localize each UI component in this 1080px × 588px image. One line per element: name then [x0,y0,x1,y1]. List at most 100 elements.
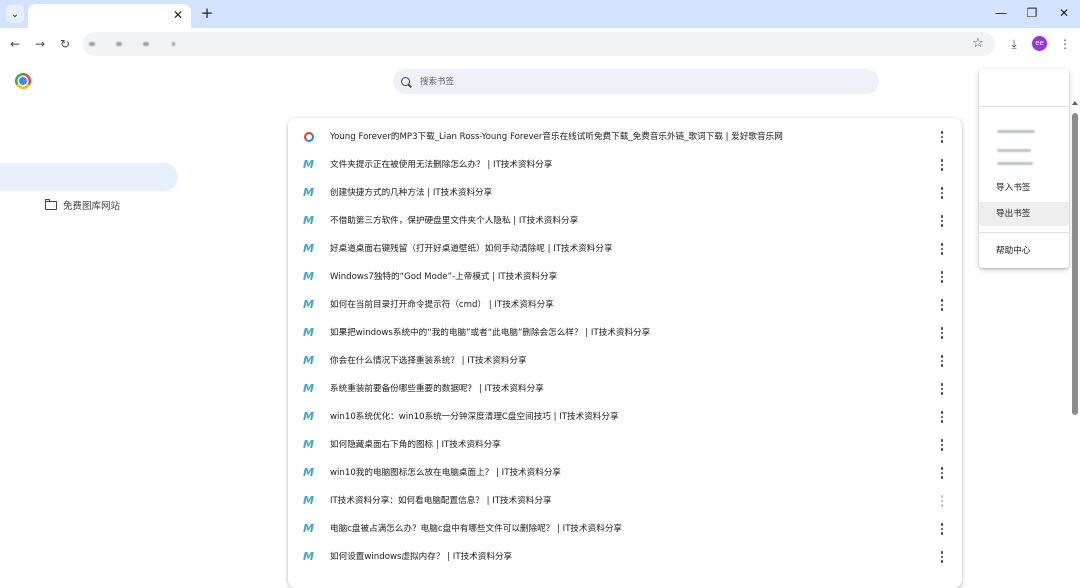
active-tab[interactable]: ✕ [28,4,191,28]
more-actions-icon[interactable] [938,410,946,424]
bookmark-title[interactable]: IT技术资料分享：如何看电脑配置信息？ | IT技术资料分享 [330,487,920,515]
more-actions-icon[interactable] [938,298,946,312]
maximize-button[interactable]: ❐ [1024,5,1040,21]
bookmark-title[interactable]: 如何在当前目录打开命令提示符（cmd） | IT技术资料分享 [330,291,920,319]
more-actions-icon[interactable] [938,382,946,396]
bookmark-row[interactable]: M 创建快捷方式的几种方法 | IT技术资料分享 [288,179,962,207]
more-actions-icon[interactable] [938,130,946,144]
it-favicon-icon: M [303,438,314,451]
back-button[interactable]: ← [7,36,23,52]
bookmark-title[interactable]: 文件夹提示正在被使用无法删除怎么办？ | IT技术资料分享 [330,151,920,179]
window-close-button[interactable]: ✕ [1056,5,1072,21]
export-bookmarks-item[interactable]: 导出书签 [979,202,1069,226]
it-favicon-icon: M [303,270,314,283]
scroll-up-arrow-icon[interactable] [1072,101,1078,105]
bookmark-row[interactable]: M 如何在当前目录打开命令提示符（cmd） | IT技术资料分享 [288,291,962,319]
bookmark-row[interactable]: M 如果把windows系统中的“我的电脑”或者“此电脑”删除会怎么样？ | I… [288,319,962,347]
it-favicon-icon: M [303,382,314,395]
it-favicon-icon: M [303,354,314,367]
bookmark-title[interactable]: win10我的电脑图标怎么放在电脑桌面上？ | IT技术资料分享 [330,459,920,487]
address-bar[interactable]: ☆ [83,32,995,56]
more-actions-icon[interactable] [938,522,946,536]
download-icon[interactable]: ⤓ [1006,36,1022,52]
bookmark-row[interactable]: M 你会在什么情况下选择重装系统？ | IT技术资料分享 [288,347,962,375]
bookmark-row[interactable]: M IT技术资料分享：如何看电脑配置信息？ | IT技术资料分享 [288,487,962,515]
bookmark-title[interactable]: Windows7独特的“God Mode”-上帝模式 | IT技术资料分享 [330,263,920,291]
new-tab-button[interactable]: + [199,5,215,21]
it-favicon-icon: M [303,298,314,311]
bookmark-title[interactable]: 你会在什么情况下选择重装系统？ | IT技术资料分享 [330,347,920,375]
it-favicon-icon: M [303,410,314,423]
more-actions-icon[interactable] [938,438,946,452]
it-favicon-icon: M [303,158,314,171]
chrome-logo-icon [15,73,31,89]
more-actions-icon[interactable] [938,186,946,200]
sidebar-item-folder[interactable]: 免费图库网站 [44,198,121,212]
bookmark-row[interactable]: M Windows7独特的“God Mode”-上帝模式 | IT技术资料分享 [288,263,962,291]
help-center-item[interactable]: 帮助中心 [979,239,1069,263]
more-actions-icon[interactable] [938,354,946,368]
bookmark-title[interactable]: 如何隐藏桌面右下角的图标 | IT技术资料分享 [330,431,920,459]
profile-avatar[interactable]: ee [1032,36,1047,51]
bookmark-title[interactable]: 电脑c盘被占满怎么办？电脑c盘中有哪些文件可以删除呢？ | IT技术资料分享 [330,515,920,543]
bookmark-title[interactable]: 创建快捷方式的几种方法 | IT技术资料分享 [330,179,920,207]
blurred-url-part [172,42,175,46]
menu-divider [979,106,1069,107]
bookmark-title[interactable]: 如何设置windows虚拟内存？ | IT技术资料分享 [330,543,920,571]
music-favicon-icon [303,131,315,143]
bookmark-row[interactable]: M 不借助第三方软件，保护硬盘里文件夹个人隐私 | IT技术资料分享 [288,207,962,235]
folder-icon [44,198,57,210]
minimize-button[interactable]: — [993,5,1009,21]
bookmark-title[interactable]: 好桌道桌面右键残留（打开好桌道壁纸）如何手动清除呢 | IT技术资料分享 [330,235,920,263]
search-input[interactable] [418,75,822,88]
bookmark-title[interactable]: win10系统优化：win10系统一分钟深度清理C盘空间技巧 | IT技术资料分… [330,403,920,431]
import-bookmarks-item[interactable]: 导入书签 [979,176,1069,200]
toolbar: ← → ↻ ☆ ⤓ ee ⋮ [0,28,1080,61]
more-actions-icon[interactable] [938,550,946,564]
it-favicon-icon: M [303,522,314,535]
bookmark-row[interactable]: Young Forever的MP3下载_Lian Ross-Young Fore… [288,123,962,151]
bookmark-row[interactable]: M 如何设置windows虚拟内存？ | IT技术资料分享 [288,543,962,571]
forward-button[interactable]: → [32,36,48,52]
more-actions-icon[interactable] [938,326,946,340]
bookmark-row[interactable]: M win10系统优化：win10系统一分钟深度清理C盘空间技巧 | IT技术资… [288,403,962,431]
sidebar-item-selected[interactable] [0,163,178,191]
organize-menu: 导入书签 导出书签 帮助中心 [979,69,1069,268]
blurred-menu-item[interactable] [997,149,1031,152]
bookmark-row[interactable]: M 好桌道桌面右键残留（打开好桌道壁纸）如何手动清除呢 | IT技术资料分享 [288,235,962,263]
bookmark-title[interactable]: Young Forever的MP3下载_Lian Ross-Young Fore… [330,123,920,151]
scrollbar-thumb[interactable] [1072,113,1078,415]
blurred-menu-item[interactable] [997,162,1033,165]
bookmark-row[interactable]: M 系统重装前要备份哪些重要的数据呢？ | IT技术资料分享 [288,375,962,403]
it-favicon-icon: M [303,466,314,479]
search-bar[interactable] [393,69,879,94]
bookmark-star-icon[interactable]: ☆ [969,35,987,53]
more-actions-icon[interactable] [938,214,946,228]
more-actions-icon[interactable] [938,270,946,284]
blurred-menu-item[interactable] [997,130,1035,133]
it-favicon-icon: M [303,242,314,255]
bookmark-list: Young Forever的MP3下载_Lian Ross-Young Fore… [288,118,962,588]
reload-button[interactable]: ↻ [57,36,73,52]
more-actions-icon[interactable] [938,466,946,480]
more-actions-icon[interactable] [938,242,946,256]
sidebar-item-label: 免费图库网站 [63,201,121,212]
bookmark-title[interactable]: 不借助第三方软件，保护硬盘里文件夹个人隐私 | IT技术资料分享 [330,207,920,235]
bookmark-title[interactable]: 系统重装前要备份哪些重要的数据呢？ | IT技术资料分享 [330,375,920,403]
more-actions-icon[interactable] [938,158,946,172]
tab-close-icon[interactable]: ✕ [171,8,185,22]
it-favicon-icon: M [303,326,314,339]
bookmark-title[interactable]: 如果把windows系统中的“我的电脑”或者“此电脑”删除会怎么样？ | IT技… [330,319,920,347]
it-favicon-icon: M [303,550,314,563]
it-favicon-icon: M [303,214,314,227]
browser-menu-icon[interactable]: ⋮ [1057,36,1073,52]
bookmark-row[interactable]: M 电脑c盘被占满怎么办？电脑c盘中有哪些文件可以删除呢？ | IT技术资料分享 [288,515,962,543]
bookmark-row[interactable]: M 如何隐藏桌面右下角的图标 | IT技术资料分享 [288,431,962,459]
it-favicon-icon: M [303,186,314,199]
tab-strip: ⌄ ✕ + — ❐ ✕ [0,0,1080,28]
bookmark-row[interactable]: M 文件夹提示正在被使用无法删除怎么办？ | IT技术资料分享 [288,151,962,179]
more-actions-icon[interactable] [938,494,946,508]
tab-search-button[interactable]: ⌄ [6,5,24,23]
search-icon [401,77,410,86]
bookmark-row[interactable]: M win10我的电脑图标怎么放在电脑桌面上？ | IT技术资料分享 [288,459,962,487]
